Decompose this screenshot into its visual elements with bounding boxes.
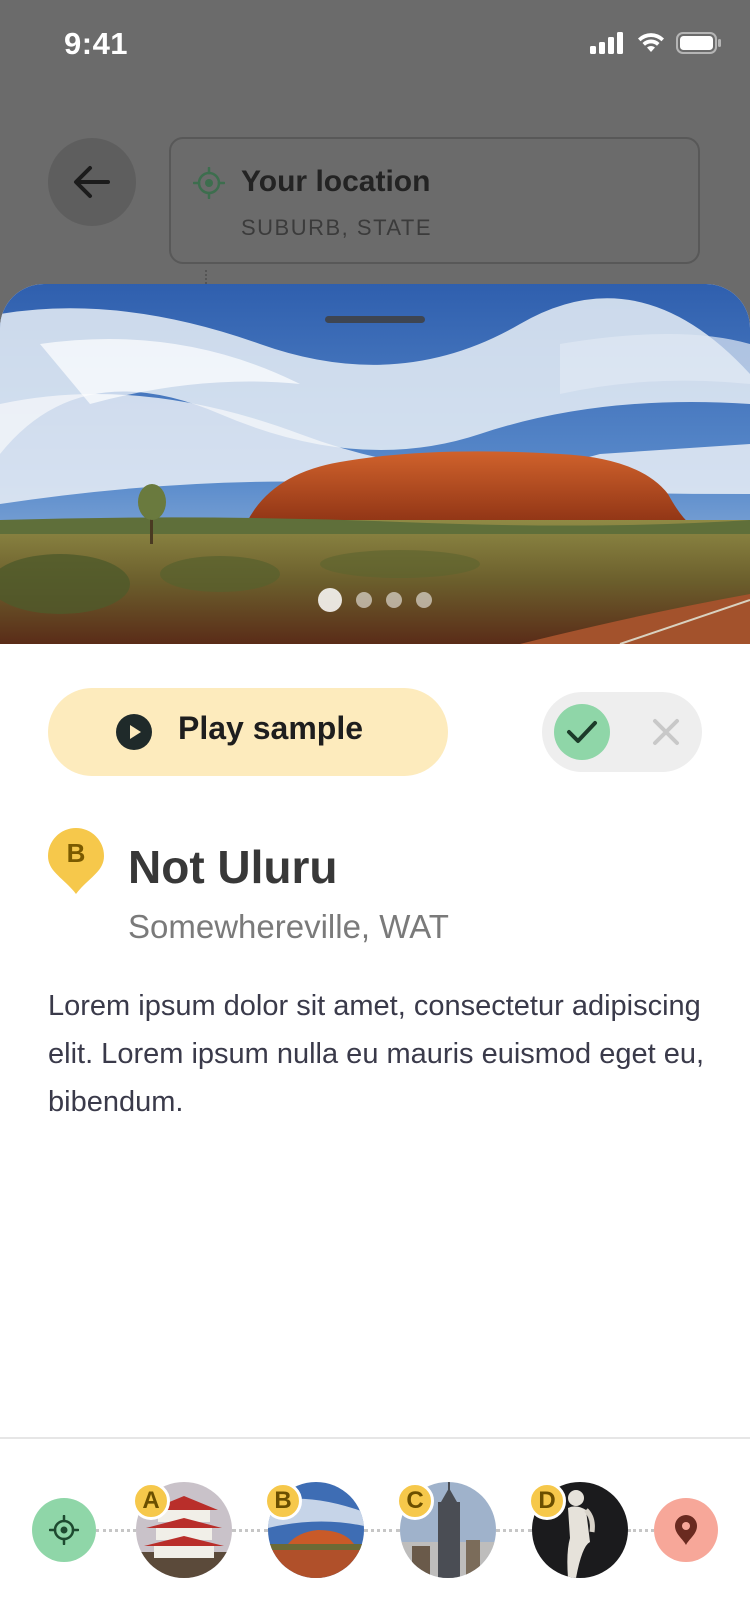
location-subtitle: SUBURB, STATE [241,215,433,240]
status-icons [590,32,722,54]
play-icon [116,714,152,750]
status-bar: 9:41 [0,0,750,92]
place-description: Lorem ipsum dolor sit amet, consectetur … [48,990,705,1118]
route-dots [628,1529,654,1532]
back-button[interactable] [48,138,136,226]
route-start-button[interactable] [32,1498,96,1562]
route-stop-badge: D [528,1482,566,1520]
battery-icon [676,32,721,54]
status-time: 9:41 [64,26,129,61]
route-dots [364,1529,400,1532]
check-icon [567,721,597,743]
pager-dot[interactable] [356,592,372,608]
location-title: Your location [241,165,431,198]
sheet-grabber[interactable] [325,316,425,323]
arrow-left-icon [74,166,110,198]
route-connector [205,270,209,284]
crosshair-icon [49,1515,79,1545]
map-marker-b: B [48,828,104,899]
pager-dot[interactable] [416,592,432,608]
map-pin-icon [675,1515,697,1545]
accept-reject-toggle[interactable] [542,692,702,772]
close-icon [653,719,679,745]
divider [0,1437,750,1439]
image-pager[interactable] [0,588,750,612]
route-dots [496,1529,532,1532]
accept-button[interactable] [554,704,610,760]
route-dots [232,1529,268,1532]
route-stop-badge: A [132,1482,170,1520]
route-end-button[interactable] [654,1498,718,1562]
route-stop-badge: C [396,1482,434,1520]
pager-dot[interactable] [318,588,342,612]
route-bar: A B C D [0,1440,750,1624]
place-title: Not Uluru [128,841,338,893]
reject-button[interactable] [638,704,694,760]
route-dots [96,1529,136,1532]
hero-image[interactable] [0,284,750,644]
place-sheet [0,284,750,1624]
place-location: Somewhereville, WAT [128,908,449,945]
marker-letter: B [66,838,86,868]
route-stop-badge: B [264,1482,302,1520]
location-field[interactable]: Your location SUBURB, STATE [169,137,700,264]
pager-dot[interactable] [386,592,402,608]
signal-icon [590,32,623,54]
play-sample-label: Play sample [178,710,363,746]
play-sample-button[interactable]: Play sample [48,688,448,776]
wifi-icon [638,33,664,52]
crosshair-icon [193,167,225,199]
